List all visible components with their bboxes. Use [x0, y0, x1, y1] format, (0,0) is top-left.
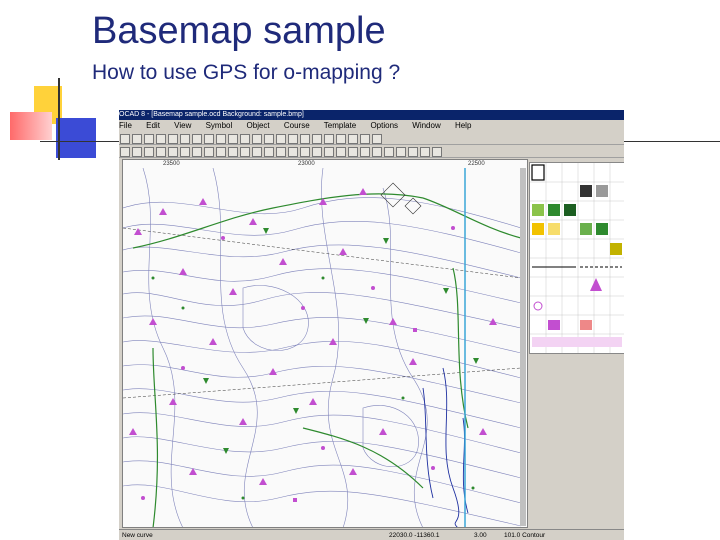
toolbar-button[interactable] [300, 134, 310, 144]
toolbar-button[interactable] [240, 147, 250, 157]
symbol-grid [530, 163, 624, 353]
status-zoom: 3.00 [474, 532, 487, 539]
toolbar-button[interactable] [156, 147, 166, 157]
menu-window[interactable]: Window [412, 121, 440, 130]
status-mode: New curve [122, 532, 153, 539]
map-coordinate-label: 23000 [298, 161, 315, 167]
toolbar-button[interactable] [216, 134, 226, 144]
vertical-scrollbar[interactable] [520, 168, 526, 526]
toolbar-button[interactable] [288, 147, 298, 157]
app-titlebar: OCAD 8 - [Basemap sample.ocd Background:… [119, 110, 624, 120]
map-coordinate-label: 23500 [163, 161, 180, 167]
toolbar-button[interactable] [156, 134, 166, 144]
toolbar-button[interactable] [408, 147, 418, 157]
toolbar-button[interactable] [228, 147, 238, 157]
toolbar-button[interactable] [300, 147, 310, 157]
menu-help[interactable]: Help [455, 121, 471, 130]
toolbar-button[interactable] [360, 147, 370, 157]
toolbar-button[interactable] [396, 147, 406, 157]
menubar: File Edit View Symbol Object Course Temp… [119, 120, 624, 131]
toolbar-button[interactable] [216, 147, 226, 157]
toolbar-button[interactable] [336, 134, 346, 144]
toolbar-button[interactable] [324, 147, 334, 157]
toolbar-button[interactable] [348, 147, 358, 157]
app-screenshot: OCAD 8 - [Basemap sample.ocd Background:… [119, 110, 624, 540]
toolbar-button[interactable] [192, 134, 202, 144]
toolbar-button[interactable] [120, 134, 130, 144]
menu-edit[interactable]: Edit [146, 121, 160, 130]
toolbar-button[interactable] [252, 134, 262, 144]
toolbar-button[interactable] [324, 134, 334, 144]
menu-template[interactable]: Template [324, 121, 356, 130]
map-canvas[interactable]: 23500 23000 22500 [122, 159, 528, 528]
toolbar-button[interactable] [252, 147, 262, 157]
toolbar-button[interactable] [312, 147, 322, 157]
toolbar-button[interactable] [180, 134, 190, 144]
toolbar-button[interactable] [264, 147, 274, 157]
toolbar-button[interactable] [144, 134, 154, 144]
toolbar-button[interactable] [180, 147, 190, 157]
toolbar-button[interactable] [348, 134, 358, 144]
decoration-blue-square [56, 118, 96, 158]
toolbar-button[interactable] [276, 147, 286, 157]
toolbar-button[interactable] [264, 134, 274, 144]
map-coordinate-label: 22500 [468, 161, 485, 167]
toolbar-button[interactable] [336, 147, 346, 157]
toolbar-button[interactable] [288, 134, 298, 144]
slide-subtitle: How to use GPS for o-mapping ? [92, 61, 401, 84]
menu-view[interactable]: View [174, 121, 191, 130]
status-coordinates: 22030.0 -11360.1 [389, 532, 440, 539]
decoration-red-bar [10, 112, 52, 140]
status-bar: New curve 22030.0 -11360.1 3.00 101.0 Co… [119, 529, 624, 540]
slide-title: Basemap sample [92, 10, 386, 52]
decoration-vertical-line [58, 78, 60, 160]
orienteering-map [123, 168, 521, 527]
toolbar-main [119, 132, 624, 145]
toolbar-button[interactable] [240, 134, 250, 144]
toolbar-button[interactable] [132, 147, 142, 157]
toolbar-button[interactable] [132, 134, 142, 144]
toolbar-button[interactable] [384, 147, 394, 157]
toolbar-button[interactable] [360, 134, 370, 144]
menu-course[interactable]: Course [284, 121, 310, 130]
toolbar-button[interactable] [192, 147, 202, 157]
menu-options[interactable]: Options [370, 121, 398, 130]
menu-file[interactable]: File [119, 121, 132, 130]
toolbar-button[interactable] [432, 147, 442, 157]
toolbar-button[interactable] [228, 134, 238, 144]
symbol-palette[interactable] [529, 162, 624, 354]
toolbar-button[interactable] [312, 134, 322, 144]
toolbar-button[interactable] [204, 147, 214, 157]
toolbar-button[interactable] [372, 147, 382, 157]
toolbar-button[interactable] [168, 147, 178, 157]
menu-symbol[interactable]: Symbol [206, 121, 233, 130]
toolbar-button[interactable] [420, 147, 430, 157]
toolbar-button[interactable] [276, 134, 286, 144]
menu-object[interactable]: Object [247, 121, 270, 130]
toolbar-button[interactable] [144, 147, 154, 157]
toolbar-button[interactable] [120, 147, 130, 157]
toolbar-button[interactable] [372, 134, 382, 144]
toolbar-button[interactable] [168, 134, 178, 144]
toolbar-drawing [119, 145, 624, 158]
status-symbol: 101.0 Contour [504, 532, 546, 539]
toolbar-button[interactable] [204, 134, 214, 144]
